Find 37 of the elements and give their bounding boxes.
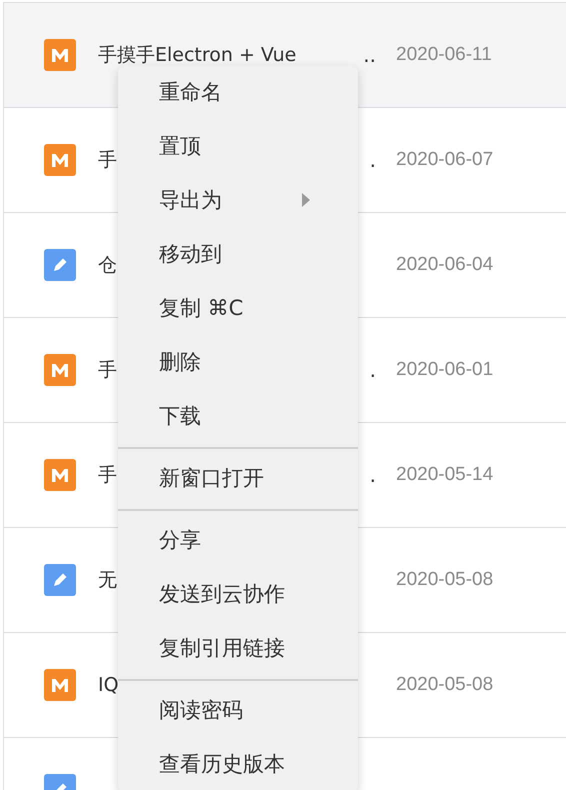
- title-ellipsis: ..: [363, 43, 376, 67]
- note-date: 2020-06-04: [396, 254, 494, 276]
- markdown-icon: [44, 39, 76, 71]
- menu-item[interactable]: 复制引用链接: [118, 621, 358, 675]
- menu-item[interactable]: 新窗口打开: [118, 451, 358, 505]
- note-date: 2020-05-08: [396, 569, 494, 591]
- note-title: 手: [98, 150, 117, 170]
- note-date: 2020-05-14: [396, 464, 494, 486]
- menu-item[interactable]: 阅读密码: [118, 683, 358, 737]
- title-ellipsis: .: [370, 148, 376, 172]
- note-date: 2020-06-07: [396, 149, 494, 171]
- menu-item[interactable]: 导出为: [118, 173, 358, 227]
- note-title: 手摸手Electron + Vue: [98, 46, 296, 64]
- note-title: 仓: [98, 256, 117, 274]
- menu-item[interactable]: 查看历史版本: [118, 737, 358, 790]
- markdown-icon: [44, 459, 76, 491]
- menu-item[interactable]: 删除: [118, 335, 358, 389]
- title-ellipsis: .: [370, 358, 376, 382]
- menu-item[interactable]: 分享: [118, 513, 358, 567]
- note-date: 2020-05-08: [396, 674, 494, 696]
- note-date: 2020-06-11: [396, 44, 492, 66]
- menu-item[interactable]: 移动到: [118, 227, 358, 281]
- note-title: IQ: [98, 676, 119, 694]
- markdown-icon: [44, 669, 76, 701]
- menu-item[interactable]: 下载: [118, 389, 358, 443]
- pencil-note-icon: [44, 564, 76, 596]
- note-date: 2020-06-01: [396, 359, 494, 381]
- menu-item[interactable]: 发送到云协作: [118, 567, 358, 621]
- markdown-icon: [44, 144, 76, 176]
- pencil-note-icon: [44, 249, 76, 281]
- menu-item[interactable]: 置顶: [118, 119, 358, 173]
- note-title: 手: [98, 466, 117, 484]
- markdown-icon: [44, 354, 76, 386]
- note-title: 无: [98, 570, 117, 590]
- note-title: 手: [98, 360, 117, 380]
- menu-item[interactable]: 复制 ⌘C: [118, 281, 358, 335]
- title-ellipsis: .: [370, 463, 376, 487]
